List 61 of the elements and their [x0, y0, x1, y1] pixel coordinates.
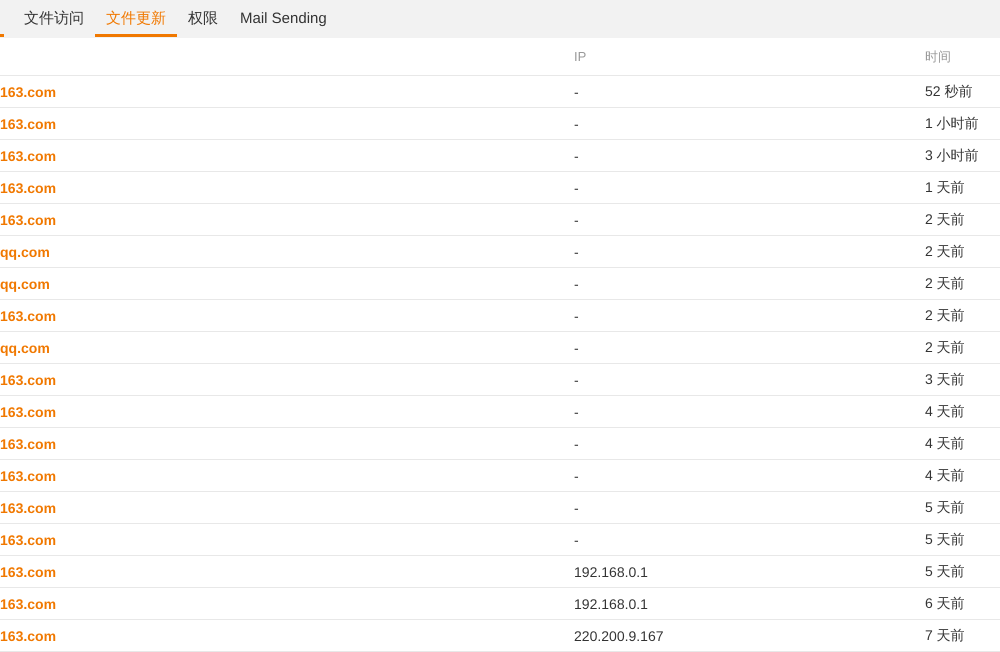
table-cell: - [574, 180, 579, 196]
table-cell: 5 天前 [925, 498, 965, 516]
account-link[interactable]: 163.com [0, 468, 56, 484]
table-cell: 5 天前 [925, 562, 965, 580]
table-cell: 2 天前 [925, 338, 965, 356]
account-link[interactable]: qq.com [0, 276, 50, 292]
table-cell: 192.168.0.1 [574, 564, 648, 580]
table-cell: - [574, 308, 579, 324]
table-cell: - [574, 404, 579, 420]
account-link[interactable]: 163.com [0, 116, 56, 132]
account-link[interactable]: 163.com [0, 532, 56, 548]
account-link[interactable]: qq.com [0, 244, 50, 260]
table-cell: 6 天前 [925, 594, 965, 612]
table-cell: - [574, 532, 579, 548]
table-cell: 2 天前 [925, 210, 965, 228]
table-cell: 5 天前 [925, 530, 965, 548]
table-cell: 220.200.9.167 [574, 628, 664, 644]
tab[interactable]: 文件更新 [95, 0, 177, 37]
table-cell: 4 天前 [925, 402, 965, 420]
account-link[interactable]: 163.com [0, 628, 56, 644]
account-link[interactable]: 163.com [0, 500, 56, 516]
account-link[interactable]: 163.com [0, 84, 56, 100]
account-link[interactable]: 163.com [0, 596, 56, 612]
account-link[interactable]: 163.com [0, 372, 56, 388]
table-cell: 2 天前 [925, 274, 965, 292]
account-link[interactable]: 163.com [0, 404, 56, 420]
account-link[interactable]: 163.com [0, 436, 56, 452]
account-link[interactable]: 163.com [0, 180, 56, 196]
table-cell: - [574, 276, 579, 292]
table-cell: - [574, 148, 579, 164]
table-cell: - [574, 436, 579, 452]
tab[interactable]: 权限 [177, 0, 229, 37]
table-cell: - [574, 468, 579, 484]
account-link[interactable]: 163.com [0, 308, 56, 324]
tab[interactable]: 文件访问 [13, 0, 95, 37]
tab[interactable]: Mail Sending [229, 0, 338, 37]
tab-indicator [0, 34, 4, 37]
table-cell: 4 天前 [925, 466, 965, 484]
table-cell: 1 小时前 [925, 114, 979, 132]
account-link[interactable]: 163.com [0, 148, 56, 164]
column-header: 时间 [925, 48, 951, 66]
table-cell: 4 天前 [925, 434, 965, 452]
table-cell: 192.168.0.1 [574, 596, 648, 612]
table-cell: 3 天前 [925, 370, 965, 388]
account-link[interactable]: 163.com [0, 564, 56, 580]
table-cell: - [574, 340, 579, 356]
table-cell: 1 天前 [925, 178, 965, 196]
table-cell: 52 秒前 [925, 82, 972, 100]
table-cell: - [574, 84, 579, 100]
table-cell: - [574, 244, 579, 260]
table-cell: 2 天前 [925, 306, 965, 324]
column-header: IP [574, 49, 586, 64]
table-cell: - [574, 116, 579, 132]
table-cell: - [574, 372, 579, 388]
table-cell: 3 小时前 [925, 146, 979, 164]
table-cell: 2 天前 [925, 242, 965, 260]
table-cell: - [574, 212, 579, 228]
account-link[interactable]: 163.com [0, 212, 56, 228]
table-cell: 7 天前 [925, 626, 965, 644]
table-cell: - [574, 500, 579, 516]
account-link[interactable]: qq.com [0, 340, 50, 356]
